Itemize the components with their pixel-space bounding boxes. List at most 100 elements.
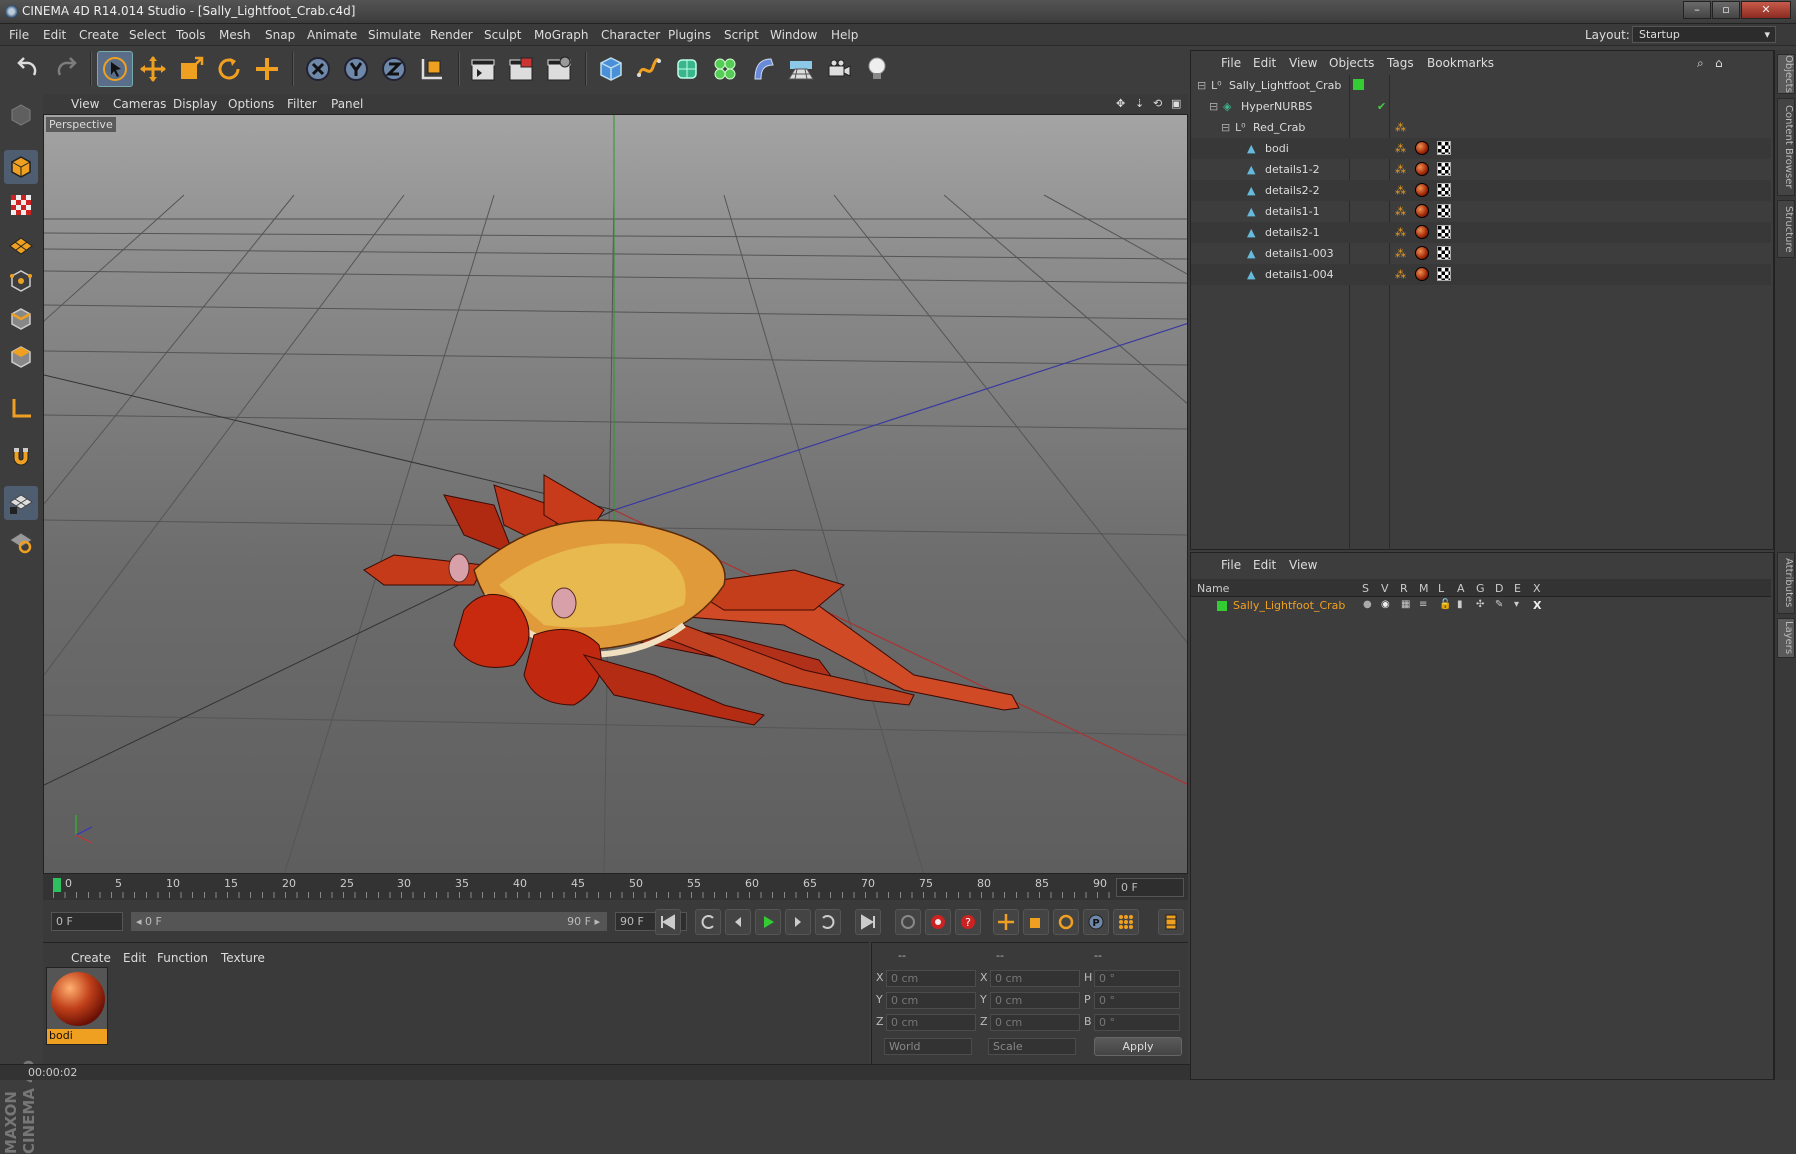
locked-workplane-button[interactable] xyxy=(4,486,38,520)
object-row[interactable]: ▲ details1-1 ⁂ xyxy=(1191,201,1771,222)
go-to-start-button[interactable] xyxy=(655,909,681,935)
move-button[interactable] xyxy=(135,51,171,87)
phong-tag-icon[interactable]: ⁂ xyxy=(1395,268,1406,281)
phong-tag-icon[interactable]: ⁂ xyxy=(1395,163,1406,176)
menu-snap[interactable]: Snap xyxy=(265,28,295,42)
layer-row[interactable]: Sally_Lightfoot_Crab ● ◉ ▦ ≡ 🔓 ▮ ✣ ✎ ▾ X xyxy=(1191,597,1771,615)
timeline-window-button[interactable] xyxy=(1158,909,1184,935)
autokey-button[interactable] xyxy=(925,909,951,935)
size-mode-select[interactable]: Scale xyxy=(988,1038,1076,1055)
objects-menu-view[interactable]: View xyxy=(1289,56,1317,70)
uvw-tag-icon[interactable] xyxy=(1437,246,1452,261)
object-row[interactable]: ▲ details2-2 ⁂ xyxy=(1191,180,1771,201)
spline-button[interactable] xyxy=(631,51,667,87)
objects-menu-file[interactable]: File xyxy=(1221,56,1241,70)
next-frame-button[interactable] xyxy=(785,909,811,935)
next-key-button[interactable] xyxy=(815,909,841,935)
collapse-icon[interactable]: ⊟ xyxy=(1209,100,1218,113)
column-view[interactable]: V xyxy=(1381,582,1389,595)
object-row[interactable]: ▲ details1-003 ⁂ xyxy=(1191,243,1771,264)
menu-tools[interactable]: Tools xyxy=(176,28,206,42)
cube-button[interactable] xyxy=(593,51,629,87)
material-tag-icon[interactable] xyxy=(1415,162,1430,177)
expression-icon[interactable]: ▾ xyxy=(1514,599,1519,610)
material-tag-icon[interactable] xyxy=(1415,183,1430,198)
phong-tag-icon[interactable]: ⁂ xyxy=(1395,184,1406,197)
menu-character[interactable]: Character xyxy=(601,28,660,42)
viewport-maximize-icon[interactable]: ▣ xyxy=(1171,97,1181,110)
viewport-menu-filter[interactable]: Filter xyxy=(287,97,317,111)
y-axis-lock-button[interactable] xyxy=(338,51,374,87)
model-mode-button[interactable] xyxy=(4,150,38,184)
uvw-tag-icon[interactable] xyxy=(1437,183,1452,198)
current-frame-field[interactable]: 0 F xyxy=(1116,878,1184,897)
viewport-menu-view[interactable]: View xyxy=(71,97,99,111)
manager-icon[interactable]: ≡ xyxy=(1419,599,1427,610)
tab-attributes[interactable]: Attributes xyxy=(1777,552,1795,614)
3d-viewport[interactable]: Perspective xyxy=(43,114,1188,874)
layers-menu-edit[interactable]: Edit xyxy=(1253,558,1276,572)
viewport-move-icon[interactable]: ✥ xyxy=(1116,97,1125,110)
generator-icon[interactable]: ✣ xyxy=(1476,599,1484,610)
undo-button[interactable] xyxy=(10,51,46,87)
redo-button[interactable] xyxy=(48,51,84,87)
apply-button[interactable]: Apply xyxy=(1094,1037,1182,1056)
position-x-field[interactable]: 0 cm xyxy=(886,970,976,987)
close-button[interactable]: ✕ xyxy=(1741,1,1791,19)
object-row[interactable]: ⊟ ◈ HyperNURBS ✔ xyxy=(1191,96,1771,117)
menu-render[interactable]: Render xyxy=(430,28,473,42)
layers-menu-view[interactable]: View xyxy=(1289,558,1317,572)
column-generators[interactable]: G xyxy=(1476,582,1485,595)
render-settings-button[interactable] xyxy=(541,51,577,87)
rotation-b-field[interactable]: 0 ° xyxy=(1094,1014,1180,1031)
objects-menu-edit[interactable]: Edit xyxy=(1253,56,1276,70)
material-swatch[interactable]: bodi xyxy=(46,967,108,1045)
menu-simulate[interactable]: Simulate xyxy=(368,28,421,42)
column-xrefs[interactable]: X xyxy=(1533,582,1541,595)
tab-content-browser[interactable]: Content Browser xyxy=(1777,98,1795,196)
column-solo[interactable]: S xyxy=(1362,582,1369,595)
viewport-menu-cameras[interactable]: Cameras xyxy=(113,97,166,111)
phong-tag-icon[interactable]: ⁂ xyxy=(1395,226,1406,239)
size-z-field[interactable]: 0 cm xyxy=(990,1014,1080,1031)
uvw-tag-icon[interactable] xyxy=(1437,204,1452,219)
menu-create[interactable]: Create xyxy=(79,28,119,42)
make-editable-button[interactable] xyxy=(4,98,38,132)
point-level-animation-button[interactable] xyxy=(1113,909,1139,935)
rotation-key-button[interactable] xyxy=(1053,909,1079,935)
light-button[interactable] xyxy=(859,51,895,87)
viewport-menu-panel[interactable]: Panel xyxy=(331,97,363,111)
menu-edit[interactable]: Edit xyxy=(43,28,66,42)
viewport-rotate-icon[interactable]: ⟲ xyxy=(1153,97,1162,110)
render-view-button[interactable] xyxy=(465,51,501,87)
column-expressions[interactable]: E xyxy=(1514,582,1521,595)
rotation-h-field[interactable]: 0 ° xyxy=(1094,970,1180,987)
parameter-key-button[interactable]: P xyxy=(1083,909,1109,935)
play-button[interactable] xyxy=(755,909,781,935)
axis-mode-button[interactable] xyxy=(4,392,38,426)
live-selection-button[interactable] xyxy=(97,51,133,87)
keyframe-selection-button[interactable]: ? xyxy=(955,909,981,935)
column-deformers[interactable]: D xyxy=(1495,582,1503,595)
column-animation[interactable]: A xyxy=(1457,582,1465,595)
size-x-field[interactable]: 0 cm xyxy=(990,970,1080,987)
tab-layers[interactable]: Layers xyxy=(1777,618,1795,658)
render-icon[interactable]: ▦ xyxy=(1401,599,1410,610)
add-object-button[interactable] xyxy=(249,51,285,87)
z-axis-lock-button[interactable] xyxy=(376,51,412,87)
maximize-button[interactable]: ▫ xyxy=(1712,1,1740,19)
object-row[interactable]: ▲ details1-004 ⁂ xyxy=(1191,264,1771,285)
material-tag-icon[interactable] xyxy=(1415,267,1430,282)
material-menu-function[interactable]: Function xyxy=(157,951,208,965)
collapse-icon[interactable]: ⊟ xyxy=(1221,121,1230,134)
polygons-mode-button[interactable] xyxy=(4,340,38,374)
uvw-tag-icon[interactable] xyxy=(1437,141,1452,156)
uvw-tag-icon[interactable] xyxy=(1437,225,1452,240)
object-row[interactable]: ⊟ L⁰ Sally_Lightfoot_Crab xyxy=(1191,75,1771,96)
menu-sculpt[interactable]: Sculpt xyxy=(484,28,521,42)
viewport-menu-options[interactable]: Options xyxy=(228,97,274,111)
objects-menu-tags[interactable]: Tags xyxy=(1387,56,1414,70)
menu-file[interactable]: File xyxy=(9,28,29,42)
position-y-field[interactable]: 0 cm xyxy=(886,992,976,1009)
timeline-ruler[interactable]: 0 5 10 15 20 25 30 35 40 45 50 55 60 65 … xyxy=(43,874,1188,900)
